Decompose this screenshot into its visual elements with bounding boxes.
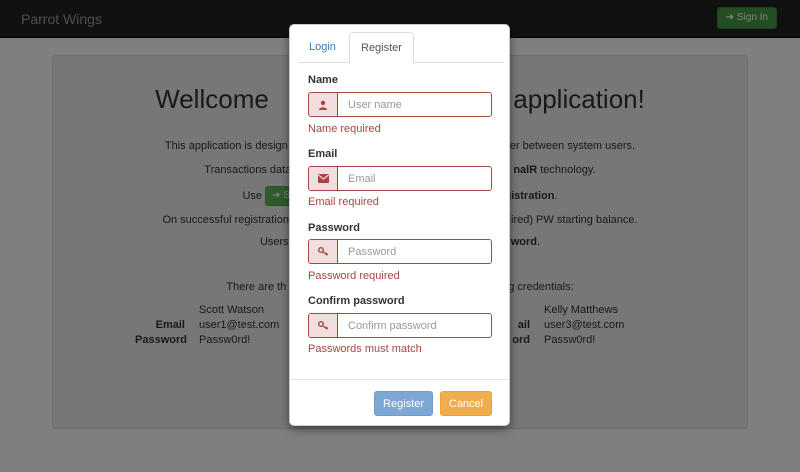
key-icon [309, 240, 338, 263]
name-label: Name [308, 74, 338, 86]
name-input[interactable] [339, 93, 491, 116]
password-input[interactable] [339, 240, 491, 263]
tab-login[interactable]: Login [298, 32, 347, 63]
register-button[interactable]: Register [374, 391, 433, 416]
cancel-button[interactable]: Cancel [440, 391, 492, 416]
password-error: Password required [308, 270, 400, 282]
envelope-icon [309, 167, 338, 190]
auth-tabs: Login Register [298, 32, 503, 64]
auth-modal: Login Register Name Name required Email … [289, 24, 510, 426]
user-icon [309, 93, 338, 116]
confirm-password-label: Confirm password [308, 295, 405, 307]
email-error: Email required [308, 196, 379, 208]
confirm-password-input[interactable] [339, 314, 491, 337]
password-input-group [308, 239, 492, 264]
email-input[interactable] [339, 167, 491, 190]
email-label: Email [308, 148, 338, 160]
name-error: Name required [308, 123, 381, 135]
key-icon [309, 314, 338, 337]
email-input-group [308, 166, 492, 191]
confirm-password-error: Passwords must match [308, 343, 422, 355]
tab-register[interactable]: Register [349, 32, 414, 64]
modal-footer-divider [290, 379, 509, 380]
confirm-password-input-group [308, 313, 492, 338]
password-label: Password [308, 222, 360, 234]
name-input-group [308, 92, 492, 117]
